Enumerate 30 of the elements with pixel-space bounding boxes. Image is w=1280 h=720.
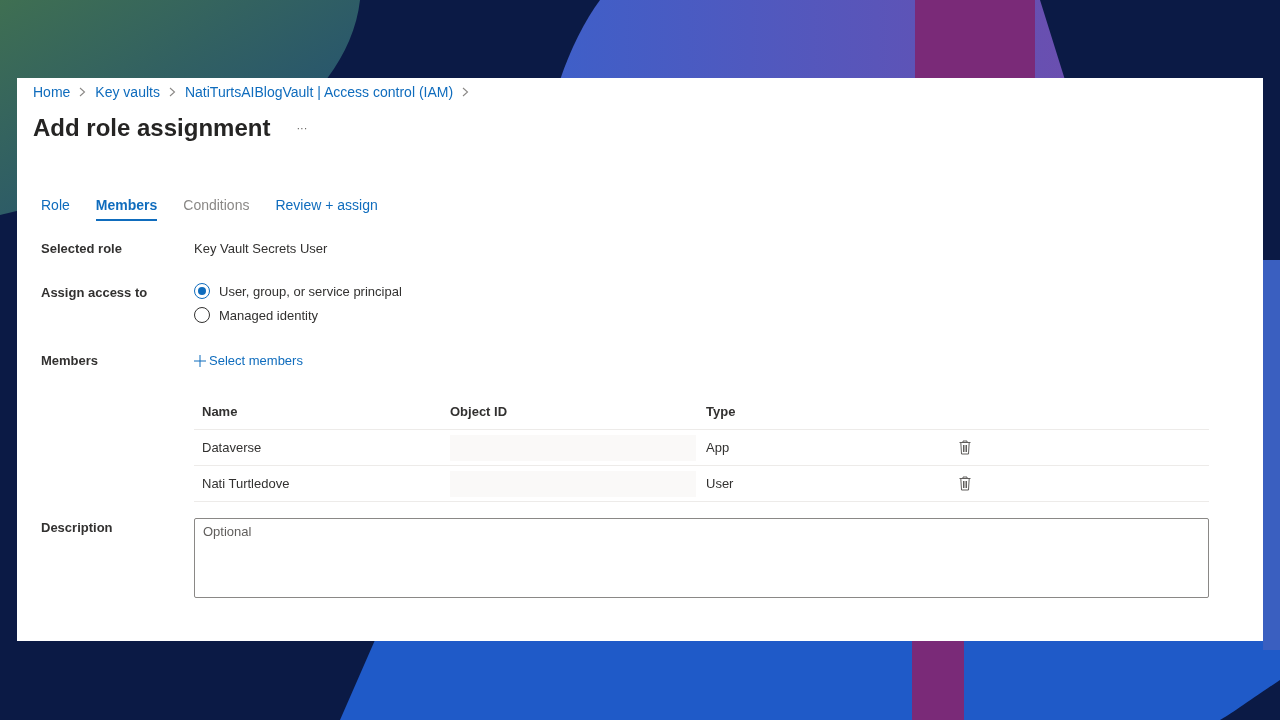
chevron-right-icon (79, 87, 87, 97)
breadcrumb-link[interactable]: Key vaults (95, 84, 160, 100)
select-members-link[interactable]: Select members (194, 351, 303, 368)
breadcrumb-link[interactable]: NatiTurtsAIBlogVault | Access control (IAM) (184, 84, 454, 100)
radio-label[interactable]: Managed identity (219, 307, 318, 323)
table-cell-text: Dataverse (201, 440, 263, 455)
table-cell-text: User (705, 476, 735, 491)
table-cell-text: App (705, 440, 731, 455)
field-label: Description (41, 519, 114, 535)
column-header: Object ID (449, 403, 509, 419)
column-header: Type (705, 403, 737, 419)
role-value: Key Vault Secrets User (194, 240, 328, 256)
tab[interactable]: Review + assign (275, 193, 378, 221)
radio-label[interactable]: User, group, or service principal (219, 283, 402, 299)
chevron-right-icon (168, 87, 176, 97)
chevron-right-icon (462, 87, 470, 97)
table-cell-text: Nati Turtledove (201, 476, 291, 491)
column-header: Name (201, 403, 239, 419)
plus-icon (194, 354, 206, 367)
field-label: Assign access to (41, 284, 149, 300)
tab[interactable]: Members (95, 193, 158, 221)
page-title: Add role assignment (33, 114, 271, 142)
tab[interactable]: Role (41, 193, 70, 221)
description-field[interactable]: Optional (194, 518, 1209, 598)
trash-icon[interactable] (959, 476, 971, 491)
field-label: Members (41, 352, 100, 368)
more-button[interactable]: ··· (292, 122, 312, 134)
breadcrumb-link[interactable]: Home (33, 84, 71, 100)
trash-icon[interactable] (959, 440, 971, 455)
field-label: Selected role (41, 240, 123, 256)
